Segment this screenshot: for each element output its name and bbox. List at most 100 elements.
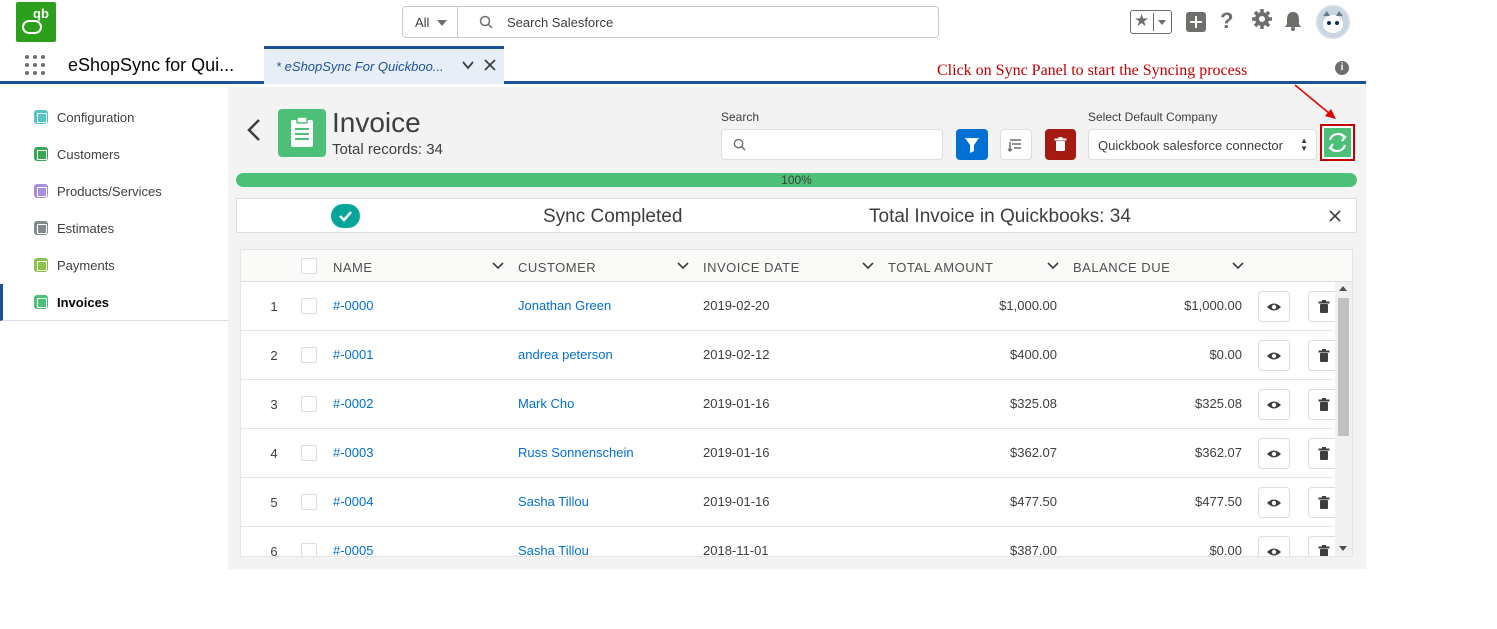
table-row[interactable]: 5 #-0004 Sasha Tillou 2019-01-16 $477.50… — [241, 478, 1340, 527]
row-number: 4 — [270, 446, 278, 461]
customer-link[interactable]: Mark Cho — [518, 396, 574, 411]
row-number: 3 — [270, 397, 278, 412]
close-tab-icon[interactable] — [482, 57, 498, 73]
customer-link[interactable]: Russ Sonnenschein — [518, 445, 634, 460]
global-search-box[interactable] — [457, 6, 939, 38]
chevron-down-icon[interactable] — [1046, 260, 1060, 272]
table-row[interactable]: 3 #-0002 Mark Cho 2019-01-16 $325.08 $32… — [241, 380, 1340, 429]
column-header-customer[interactable]: CUSTOMER — [518, 260, 596, 275]
eye-icon — [1267, 352, 1281, 360]
balance-due: $477.50 — [1195, 494, 1242, 509]
customer-link[interactable]: andrea peterson — [518, 347, 613, 362]
select-all-checkbox[interactable] — [301, 258, 317, 274]
delete-all-button[interactable] — [1045, 129, 1076, 160]
customer-link[interactable]: Jonathan Green — [518, 298, 611, 313]
invoice-object-icon — [278, 109, 326, 157]
table-row[interactable]: 1 #-0000 Jonathan Green 2019-02-20 $1,00… — [241, 282, 1340, 331]
view-button[interactable] — [1258, 536, 1290, 556]
invoice-name-link[interactable]: #-0004 — [333, 494, 373, 509]
close-icon[interactable] — [1328, 209, 1342, 223]
back-chevron-icon[interactable] — [245, 118, 263, 142]
view-button[interactable] — [1258, 487, 1290, 518]
sync-icon-container — [1324, 128, 1351, 157]
app-launcher-grid-icon[interactable] — [24, 54, 46, 76]
scroll-down-arrow-icon[interactable] — [1339, 546, 1347, 551]
eye-icon — [1267, 303, 1281, 311]
chevron-down-icon[interactable] — [676, 260, 690, 272]
row-checkbox[interactable] — [301, 543, 317, 556]
record-search-box[interactable] — [721, 129, 943, 160]
user-avatar[interactable] — [1316, 5, 1350, 39]
scroll-thumb[interactable] — [1338, 298, 1349, 436]
invoice-name-link[interactable]: #-0005 — [333, 543, 373, 556]
sidebar-item-label: Configuration — [57, 110, 135, 125]
chevron-down-icon[interactable] — [460, 57, 476, 73]
app-name: eShopSync for Qui... — [68, 55, 235, 75]
filter-button[interactable] — [956, 129, 988, 160]
sidebar-item-label: Estimates — [57, 221, 115, 236]
sync-panel-button[interactable] — [1320, 124, 1355, 161]
favorites-button[interactable]: ★ — [1130, 10, 1172, 34]
view-button[interactable] — [1258, 389, 1290, 420]
trash-icon — [1054, 137, 1067, 151]
app-frame: qb All ★ ? eShopSync for Qui.. — [0, 0, 1366, 622]
company-select[interactable]: Quickbook salesforce connector ▲ ▼ — [1088, 129, 1317, 160]
tab-eshopsync[interactable]: * eShopSync For Quickboo... — [264, 46, 504, 84]
row-checkbox[interactable] — [301, 445, 317, 461]
info-icon[interactable]: i — [1335, 61, 1349, 75]
sidebar-item-estimates[interactable]: Estimates — [0, 210, 228, 247]
row-number: 1 — [270, 299, 278, 314]
sidebar-item-customers[interactable]: Customers — [0, 136, 228, 173]
view-button[interactable] — [1258, 438, 1290, 469]
products-icon — [34, 184, 48, 198]
sidebar-item-products[interactable]: Products/Services — [0, 173, 228, 210]
invoice-name-link[interactable]: #-0001 — [333, 347, 373, 362]
row-checkbox[interactable] — [301, 396, 317, 412]
eye-icon — [1267, 548, 1281, 556]
record-search-input[interactable] — [754, 136, 934, 154]
invoice-name-link[interactable]: #-0000 — [333, 298, 373, 313]
row-checkbox[interactable] — [301, 298, 317, 314]
table-row[interactable]: 6 #-0005 Sasha Tillou 2018-11-01 $387.00… — [241, 527, 1340, 557]
row-checkbox[interactable] — [301, 494, 317, 510]
chevron-down-icon[interactable] — [491, 260, 505, 272]
column-header-balance-due[interactable]: BALANCE DUE — [1073, 260, 1170, 275]
invoice-name-link[interactable]: #-0002 — [333, 396, 373, 411]
total-amount: $387.00 — [1010, 543, 1057, 557]
table-row[interactable]: 4 #-0003 Russ Sonnenschein 2019-01-16 $3… — [241, 429, 1340, 478]
view-button[interactable] — [1258, 291, 1290, 322]
global-actions-plus-icon[interactable] — [1186, 12, 1206, 32]
global-search-input[interactable] — [507, 12, 907, 32]
search-scope-dropdown[interactable]: All — [402, 6, 458, 38]
invoice-date: 2019-01-16 — [703, 396, 770, 411]
sidebar: Configuration Customers Products/Service… — [0, 87, 228, 622]
table-row[interactable]: 2 #-0001 andrea peterson 2019-02-12 $400… — [241, 331, 1340, 380]
total-amount: $477.50 — [1010, 494, 1057, 509]
sort-icon — [1007, 139, 1021, 153]
sidebar-item-invoices[interactable]: Invoices — [0, 284, 228, 321]
column-header-name[interactable]: NAME — [333, 260, 373, 275]
help-icon[interactable]: ? — [1220, 8, 1233, 34]
invoice-name-link[interactable]: #-0003 — [333, 445, 373, 460]
chevron-down-icon[interactable] — [861, 260, 875, 272]
balance-due: $362.07 — [1195, 445, 1242, 460]
view-button[interactable] — [1258, 340, 1290, 371]
sidebar-item-payments[interactable]: Payments — [0, 247, 228, 284]
customer-link[interactable]: Sasha Tillou — [518, 543, 589, 556]
sort-button[interactable] — [1000, 129, 1032, 160]
scroll-up-arrow-icon[interactable] — [1339, 286, 1347, 291]
invoice-date: 2018-11-01 — [703, 543, 769, 557]
gear-icon[interactable] — [1251, 8, 1273, 30]
table-scrollbar[interactable] — [1335, 282, 1352, 556]
chevron-down-icon[interactable] — [1231, 260, 1245, 272]
check-icon — [331, 204, 360, 228]
sidebar-item-configuration[interactable]: Configuration — [0, 99, 228, 136]
customer-link[interactable]: Sasha Tillou — [518, 494, 589, 509]
clipboard-icon — [291, 116, 313, 147]
column-header-total-amount[interactable]: TOTAL AMOUNT — [888, 260, 993, 275]
bell-icon[interactable] — [1284, 11, 1302, 31]
column-header-invoice-date[interactable]: INVOICE DATE — [703, 260, 800, 275]
search-label: Search — [721, 110, 760, 124]
row-checkbox[interactable] — [301, 347, 317, 363]
quickbooks-logo[interactable]: qb — [16, 2, 56, 42]
